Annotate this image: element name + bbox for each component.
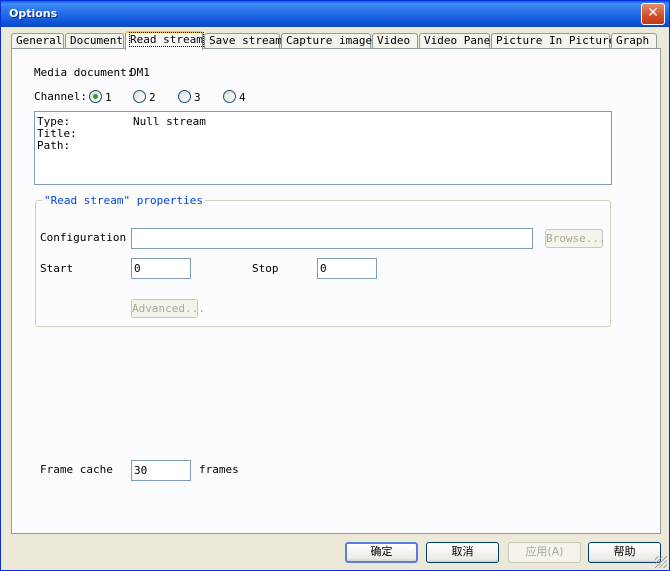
browse-button[interactable]: Browse... <box>545 229 606 248</box>
stop-label: Stop <box>252 262 279 275</box>
options-dialog: Options ✕ General Document Read stream S… <box>0 0 670 571</box>
group-title: "Read stream" properties <box>42 194 205 207</box>
channel-radio-3[interactable] <box>178 90 191 103</box>
tab-strip: General Document Read stream Save stream… <box>11 31 661 50</box>
tab-capture-image[interactable]: Capture image <box>281 33 372 49</box>
close-button[interactable]: ✕ <box>641 3 665 25</box>
channel-radio-2[interactable] <box>133 90 146 103</box>
frame-cache-label: Frame cache <box>40 463 113 476</box>
window-title: Options <box>9 7 58 20</box>
start-label: Start <box>40 262 74 275</box>
frame-cache-unit: frames <box>199 463 239 476</box>
tab-video[interactable]: Video <box>372 33 418 49</box>
tab-video-pane[interactable]: Video Pane <box>419 33 490 49</box>
title-bar[interactable]: Options ✕ <box>1 1 669 27</box>
channel-option-1-label: 1 <box>105 91 112 104</box>
channel-option-3-label: 3 <box>194 91 201 104</box>
apply-button[interactable]: 应用(A) <box>508 542 581 563</box>
type-value: Null stream <box>133 115 206 128</box>
path-label: Path: <box>37 139 71 152</box>
frame-cache-input[interactable]: 30 <box>131 460 191 481</box>
channel-option-4-label: 4 <box>239 91 246 104</box>
media-document-label: Media document: <box>34 66 134 79</box>
channel-radio-4[interactable] <box>223 90 236 103</box>
close-icon: ✕ <box>647 5 659 21</box>
start-input[interactable]: 0 <box>131 258 191 279</box>
cancel-button[interactable]: 取消 <box>426 542 499 563</box>
tab-general[interactable]: General <box>11 33 64 49</box>
channel-radio-1[interactable] <box>89 90 102 103</box>
tab-graph[interactable]: Graph <box>611 33 657 49</box>
configuration-input[interactable] <box>131 228 533 249</box>
tab-save-stream[interactable]: Save stream <box>204 33 282 49</box>
tab-document[interactable]: Document <box>65 33 124 49</box>
read-stream-properties-group: "Read stream" properties Configuration B… <box>35 194 611 327</box>
configuration-label: Configuration <box>40 231 127 244</box>
help-button[interactable]: 帮助 <box>588 542 661 563</box>
tab-read-stream[interactable]: Read stream <box>125 31 204 50</box>
media-document-value: DM1 <box>130 66 150 79</box>
channel-label: Channel: <box>34 90 87 103</box>
ok-button[interactable]: 确定 <box>345 542 418 563</box>
read-stream-panel: Media document: DM1 Channel: 1 2 3 4 Typ… <box>11 48 661 534</box>
stream-info-box[interactable]: Type: Null stream Title: Path: <box>34 111 612 185</box>
resize-grip-icon[interactable] <box>655 556 667 568</box>
channel-option-2-label: 2 <box>149 91 156 104</box>
stop-input[interactable]: 0 <box>317 258 377 279</box>
tab-picture-in-picture[interactable]: Picture In Picture <box>491 33 615 49</box>
advanced-button[interactable]: Advanced... <box>131 299 205 318</box>
